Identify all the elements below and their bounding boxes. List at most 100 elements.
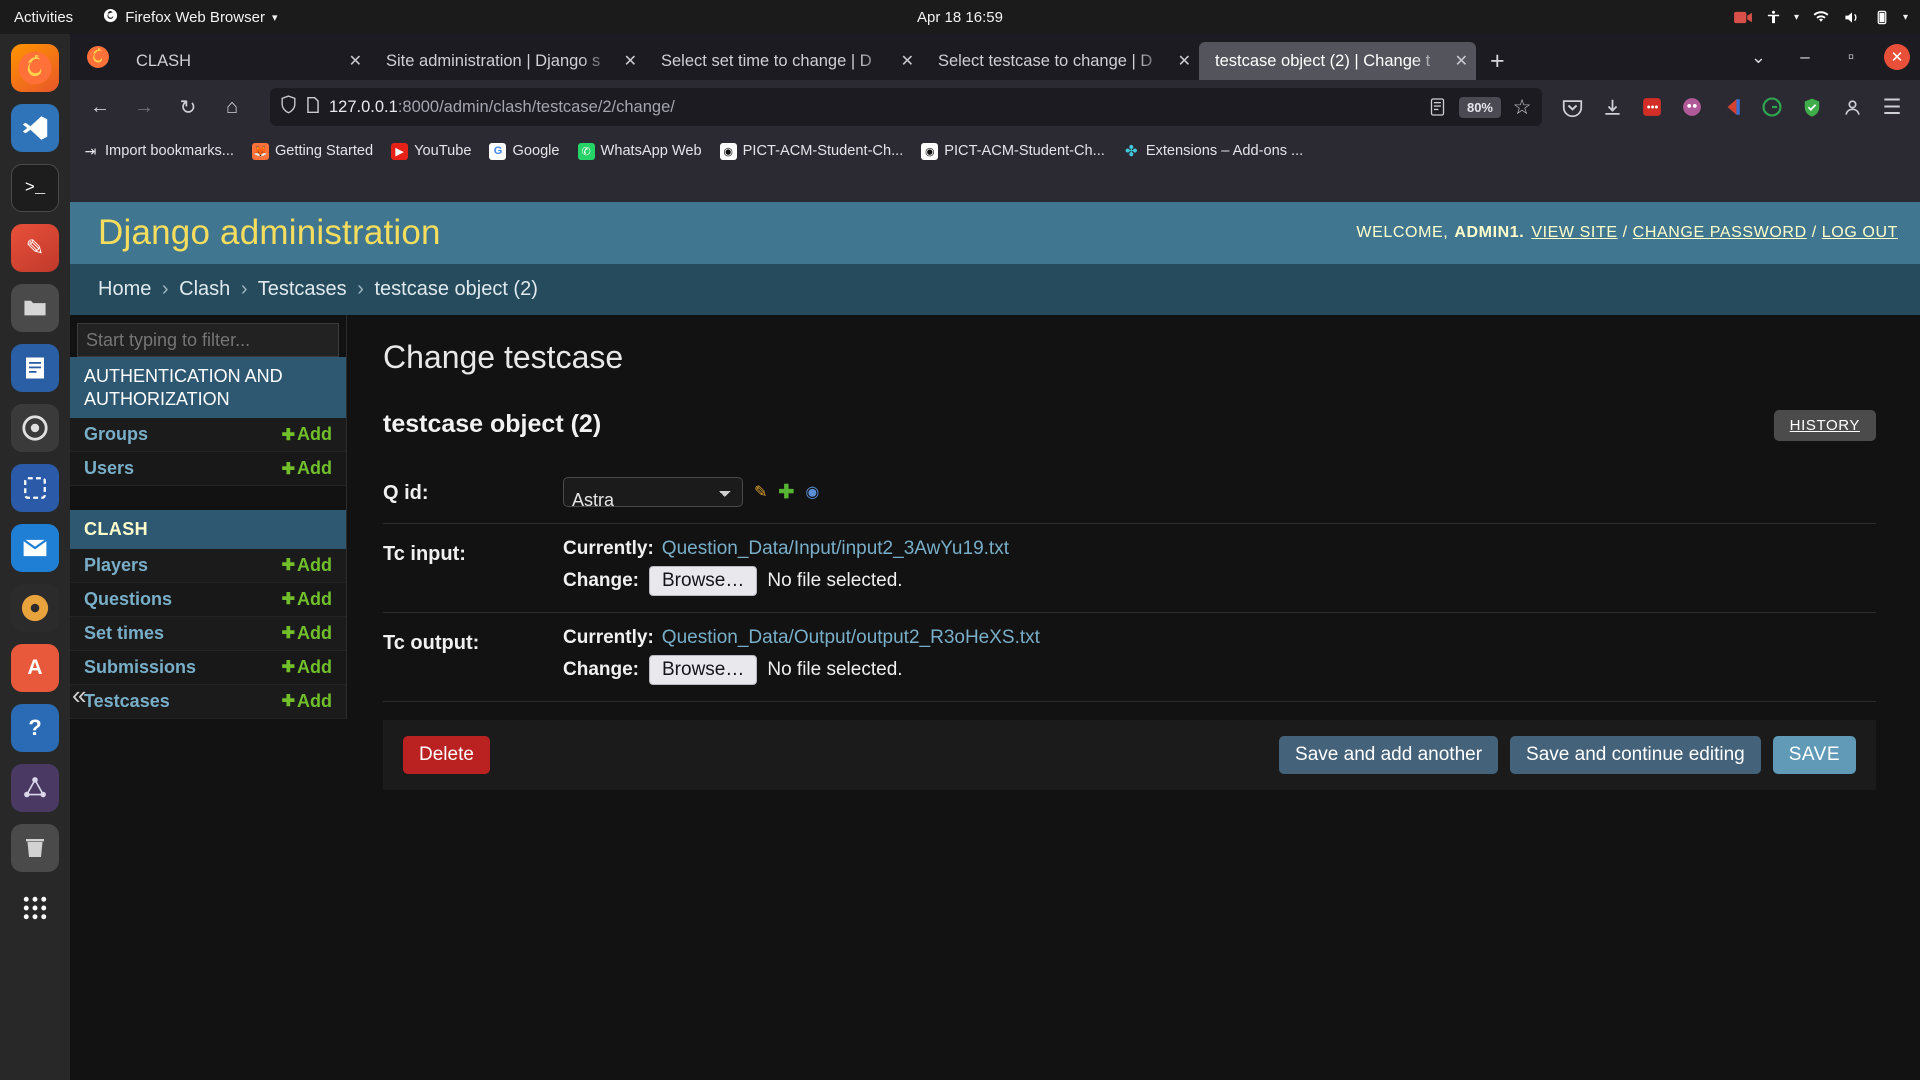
- browser-tab-2[interactable]: Select set time to change | D ✕: [645, 42, 922, 80]
- tc-input-file-link[interactable]: Question_Data/Input/input2_3AwYu19.txt: [662, 538, 1009, 560]
- bookmark-extensions[interactable]: ✤ Extensions – Add-ons ...: [1123, 143, 1303, 160]
- dock-item-network-app[interactable]: [11, 764, 59, 812]
- breadcrumb-item-home[interactable]: Home: [98, 278, 151, 300]
- sidebar-filter-input[interactable]: [77, 323, 339, 357]
- dock-item-libreoffice-writer[interactable]: [11, 344, 59, 392]
- sidebar-item-label[interactable]: Players: [84, 555, 148, 576]
- dock-item-firefox[interactable]: [11, 44, 59, 92]
- reader-view-icon[interactable]: [1426, 95, 1450, 119]
- adblock-icon[interactable]: [1680, 95, 1704, 119]
- tc-output-file-link[interactable]: Question_Data/Output/output2_R3oHeXS.txt: [662, 627, 1040, 649]
- bookmark-getting-started[interactable]: 🦊 Getting Started: [251, 142, 373, 160]
- clock[interactable]: Apr 18 16:59: [917, 9, 1003, 26]
- change-related-icon[interactable]: ✎: [754, 482, 767, 502]
- app-menu-button[interactable]: Firefox Web Browser ▾: [103, 8, 277, 27]
- log-out-link[interactable]: LOG OUT: [1822, 224, 1898, 242]
- add-label[interactable]: Add: [297, 458, 332, 479]
- add-users-link[interactable]: ✚ Add: [282, 458, 332, 479]
- pocket-icon[interactable]: [1560, 95, 1584, 119]
- dock-item-help[interactable]: ?: [11, 704, 59, 752]
- dock-item-thunderbird[interactable]: [11, 524, 59, 572]
- sidebar-item-questions[interactable]: Questions ✚ Add: [70, 582, 346, 617]
- add-submissions-link[interactable]: ✚ Add: [282, 657, 332, 678]
- new-tab-button[interactable]: +: [1476, 47, 1519, 80]
- window-maximize-button[interactable]: ▫: [1828, 34, 1874, 80]
- bookmark-import[interactable]: ⇥ Import bookmarks...: [82, 143, 234, 160]
- browser-tab-4[interactable]: testcase object (2) | Change t ✕: [1199, 42, 1476, 80]
- tab-close-icon[interactable]: ✕: [614, 51, 637, 71]
- add-label[interactable]: Add: [297, 555, 332, 576]
- dock-item-pencil-app[interactable]: ✎: [11, 224, 59, 272]
- tc-input-browse-button[interactable]: Browse…: [649, 566, 758, 596]
- address-bar[interactable]: 127.0.0.1:8000/admin/clash/testcase/2/ch…: [270, 88, 1542, 126]
- shield-extension-icon[interactable]: [1800, 95, 1824, 119]
- save-and-add-another-button[interactable]: Save and add another: [1279, 736, 1499, 774]
- dock-item-settings[interactable]: [11, 404, 59, 452]
- sidebar-item-label[interactable]: Users: [84, 458, 134, 479]
- page-info-icon[interactable]: [306, 96, 320, 119]
- forward-button[interactable]: →: [124, 88, 164, 126]
- dock-item-trash[interactable]: [11, 824, 59, 872]
- bookmark-whatsapp[interactable]: ✆ WhatsApp Web: [577, 142, 702, 160]
- sidebar-item-label[interactable]: Questions: [84, 589, 172, 610]
- sidebar-item-label[interactable]: Submissions: [84, 657, 196, 678]
- save-and-continue-button[interactable]: Save and continue editing: [1510, 736, 1761, 774]
- sidebar-item-users[interactable]: Users ✚ Add: [70, 452, 346, 486]
- extension-icon[interactable]: [1720, 95, 1744, 119]
- menu-icon[interactable]: ☰: [1880, 95, 1904, 119]
- bookmark-youtube[interactable]: ▶ YouTube: [391, 142, 471, 160]
- add-questions-link[interactable]: ✚ Add: [282, 589, 332, 610]
- sidebar-item-label[interactable]: Set times: [84, 623, 164, 644]
- add-label[interactable]: Add: [297, 657, 332, 678]
- home-button[interactable]: ⌂: [212, 88, 252, 126]
- dock-item-ubuntu-software[interactable]: A: [11, 644, 59, 692]
- breadcrumb-item-clash[interactable]: Clash: [179, 278, 230, 300]
- grammarly-icon[interactable]: [1760, 95, 1784, 119]
- zoom-level-badge[interactable]: 80%: [1458, 96, 1501, 118]
- view-related-icon[interactable]: ◉: [805, 482, 819, 502]
- bookmark-pict-acm-1[interactable]: ◉ PICT-ACM-Student-Ch...: [719, 142, 903, 160]
- browser-tab-0[interactable]: CLASH ✕: [120, 42, 370, 80]
- add-label[interactable]: Add: [297, 424, 332, 445]
- add-label[interactable]: Add: [297, 691, 332, 712]
- dock-item-terminal[interactable]: >_: [11, 164, 59, 212]
- sidebar-item-set-times[interactable]: Set times ✚ Add: [70, 616, 346, 651]
- bookmark-google[interactable]: G Google: [489, 142, 560, 160]
- sidebar-item-players[interactable]: Players ✚ Add: [70, 548, 346, 583]
- window-close-button[interactable]: ✕: [1874, 34, 1920, 80]
- sidebar-item-testcases[interactable]: Testcases ✚ Add: [70, 684, 346, 719]
- dock-item-screenshot[interactable]: [11, 464, 59, 512]
- sidebar-item-label[interactable]: Groups: [84, 424, 148, 445]
- system-status-area[interactable]: ▾ ▾: [1734, 10, 1908, 25]
- shield-icon[interactable]: [280, 95, 297, 119]
- bookmark-star-icon[interactable]: ☆: [1510, 95, 1534, 119]
- dock-item-rhythmbox[interactable]: [11, 584, 59, 632]
- site-branding[interactable]: Django administration: [98, 213, 441, 253]
- qid-select[interactable]: Astra: [563, 477, 743, 507]
- list-all-tabs-icon[interactable]: ⌄: [1735, 47, 1782, 68]
- tab-close-icon[interactable]: ✕: [1168, 51, 1191, 71]
- dock-item-show-applications[interactable]: [11, 884, 59, 932]
- add-groups-link[interactable]: ✚ Add: [282, 424, 332, 445]
- sidebar-item-submissions[interactable]: Submissions ✚ Add: [70, 650, 346, 685]
- downloads-icon[interactable]: [1600, 95, 1624, 119]
- tab-close-icon[interactable]: ✕: [1445, 51, 1468, 71]
- add-players-link[interactable]: ✚ Add: [282, 555, 332, 576]
- account-icon[interactable]: [1840, 95, 1864, 119]
- dock-item-files[interactable]: [11, 284, 59, 332]
- tab-close-icon[interactable]: ✕: [891, 51, 914, 71]
- tab-close-icon[interactable]: ✕: [339, 51, 362, 71]
- reload-button[interactable]: ↻: [168, 88, 208, 126]
- tc-output-browse-button[interactable]: Browse…: [649, 655, 758, 685]
- activities-button[interactable]: Activities: [14, 9, 73, 26]
- add-set-times-link[interactable]: ✚ Add: [282, 623, 332, 644]
- window-minimize-button[interactable]: –: [1782, 34, 1828, 80]
- dock-item-vscode[interactable]: [11, 104, 59, 152]
- view-site-link[interactable]: VIEW SITE: [1524, 224, 1617, 242]
- dock-collapse-handle[interactable]: «: [72, 680, 86, 711]
- add-label[interactable]: Add: [297, 589, 332, 610]
- change-password-link[interactable]: CHANGE PASSWORD: [1633, 224, 1807, 242]
- add-related-icon[interactable]: ✚: [778, 481, 794, 504]
- delete-button[interactable]: Delete: [403, 736, 490, 774]
- sidebar-item-groups[interactable]: Groups ✚ Add: [70, 418, 346, 452]
